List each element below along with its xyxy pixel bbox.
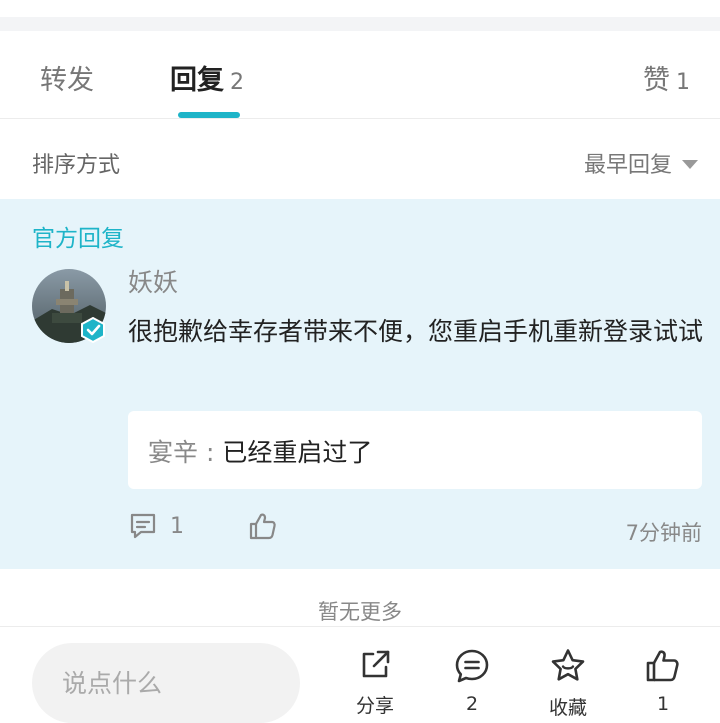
top-strip bbox=[0, 0, 720, 31]
tab-forward[interactable]: 转发 bbox=[40, 58, 94, 97]
share-button[interactable]: 分享 bbox=[340, 647, 410, 718]
comment-input[interactable] bbox=[32, 643, 300, 723]
verified-badge-icon bbox=[80, 317, 106, 343]
official-reply-tag: 官方回复 bbox=[32, 226, 124, 252]
reply-count: 2 bbox=[230, 70, 244, 95]
tab-reply[interactable]: 回复 2 bbox=[170, 58, 244, 97]
sub-reply[interactable]: 宴辛 : 已经重启过了 bbox=[128, 411, 702, 489]
reply-content: 很抱歉给幸存者带来不便，您重启手机重新登录试试 bbox=[128, 317, 704, 346]
tab-like[interactable]: 赞1 bbox=[643, 58, 690, 97]
share-label: 分享 bbox=[355, 695, 394, 717]
sort-label: 排序方式 bbox=[32, 153, 121, 178]
time-ago: 7分钟前 bbox=[625, 521, 702, 545]
sub-reply-text: 已经重启过了 bbox=[222, 438, 373, 467]
sub-reply-separator: : bbox=[198, 438, 223, 467]
thumbs-up-icon bbox=[248, 511, 278, 541]
bottom-like-button[interactable]: 1 bbox=[628, 647, 698, 715]
comment-count: 1 bbox=[170, 513, 184, 539]
reply-actions: 1 7分钟前 bbox=[128, 511, 702, 551]
chat-bubble-icon bbox=[453, 647, 491, 685]
no-more-text: 暂无更多 bbox=[318, 600, 402, 624]
bottom-bar: 分享 2 收藏 1 bbox=[0, 626, 720, 723]
comments-count: 2 bbox=[465, 693, 479, 715]
sub-reply-author[interactable]: 宴辛 bbox=[148, 438, 198, 467]
comment-icon bbox=[128, 511, 158, 541]
comment-button[interactable]: 1 bbox=[128, 511, 184, 541]
favorite-button[interactable]: 收藏 bbox=[533, 647, 603, 720]
favorite-label: 收藏 bbox=[548, 697, 587, 719]
like-count: 1 bbox=[676, 70, 690, 95]
sort-row: 排序方式 最早回复 bbox=[0, 119, 720, 199]
username[interactable]: 妖妖 bbox=[128, 263, 178, 299]
tab-bar: 转发 回复 2 赞1 bbox=[0, 32, 720, 119]
active-tab-indicator bbox=[178, 112, 240, 118]
official-reply-card: 官方回复 妖妖 很抱歉给幸存者带来不便，您重启手机重新登录试试 宴辛 : 已经重… bbox=[0, 199, 720, 569]
sort-dropdown[interactable]: 最早回复 bbox=[584, 147, 698, 179]
thumbs-up-icon bbox=[644, 647, 682, 685]
like-button[interactable] bbox=[248, 511, 278, 541]
sort-selected-value: 最早回复 bbox=[583, 153, 672, 178]
star-icon bbox=[549, 647, 587, 685]
comments-button[interactable]: 2 bbox=[437, 647, 507, 715]
share-icon bbox=[357, 647, 393, 683]
bottom-like-count: 1 bbox=[656, 693, 670, 715]
caret-down-icon bbox=[682, 159, 698, 169]
